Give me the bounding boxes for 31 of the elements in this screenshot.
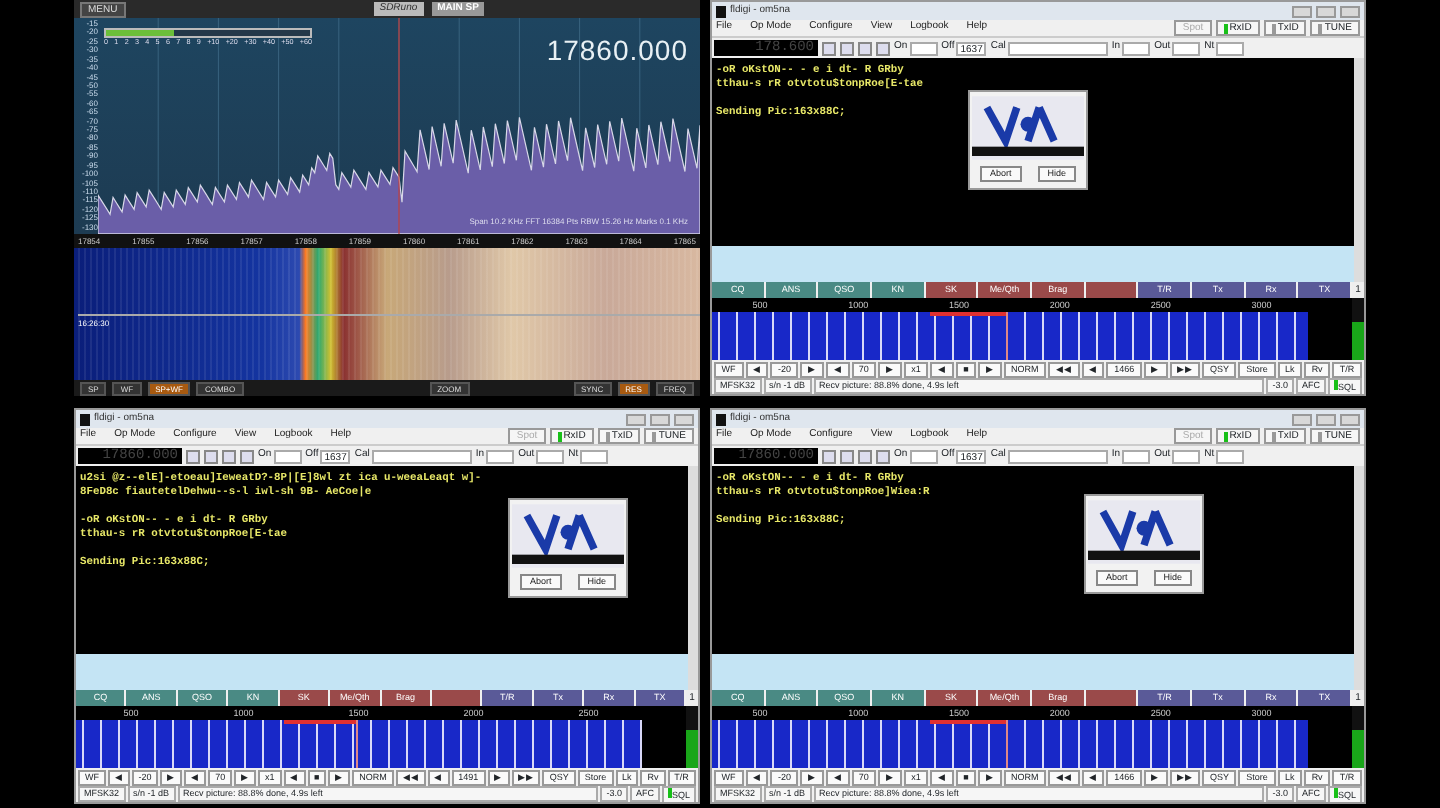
input-field[interactable]: [909, 449, 938, 463]
close-button[interactable]: [674, 413, 694, 425]
input-field[interactable]: [909, 41, 938, 55]
input-field[interactable]: [1007, 449, 1108, 463]
input-field[interactable]: [371, 449, 472, 463]
close-button[interactable]: [1340, 5, 1360, 17]
input-field[interactable]: [1122, 41, 1151, 55]
macro-button[interactable]: [1085, 282, 1137, 298]
minimize-button[interactable]: [1292, 413, 1312, 425]
maximize-button[interactable]: [1316, 413, 1336, 425]
macro-button[interactable]: [431, 690, 481, 706]
macro-button[interactable]: [1085, 690, 1137, 706]
minimize-button[interactable]: [1292, 5, 1312, 17]
input-field[interactable]: [1172, 449, 1201, 463]
app-icon: [80, 413, 90, 425]
input-field[interactable]: [486, 449, 515, 463]
input-field[interactable]: [1122, 449, 1151, 463]
input-field[interactable]: [1172, 41, 1201, 55]
close-button[interactable]: [1340, 413, 1360, 425]
input-field[interactable]: [1216, 449, 1245, 463]
maximize-button[interactable]: [650, 413, 670, 425]
input-field[interactable]: [536, 449, 565, 463]
input-field[interactable]: [1007, 41, 1108, 55]
frequency-display: 17860.000: [546, 32, 688, 70]
maximize-button[interactable]: [1316, 5, 1336, 17]
input-field[interactable]: [580, 449, 609, 463]
app-icon: [716, 413, 726, 425]
minimize-button[interactable]: [626, 413, 646, 425]
input-field[interactable]: [273, 449, 302, 463]
app-icon: [716, 5, 726, 17]
input-field[interactable]: [1216, 41, 1245, 55]
